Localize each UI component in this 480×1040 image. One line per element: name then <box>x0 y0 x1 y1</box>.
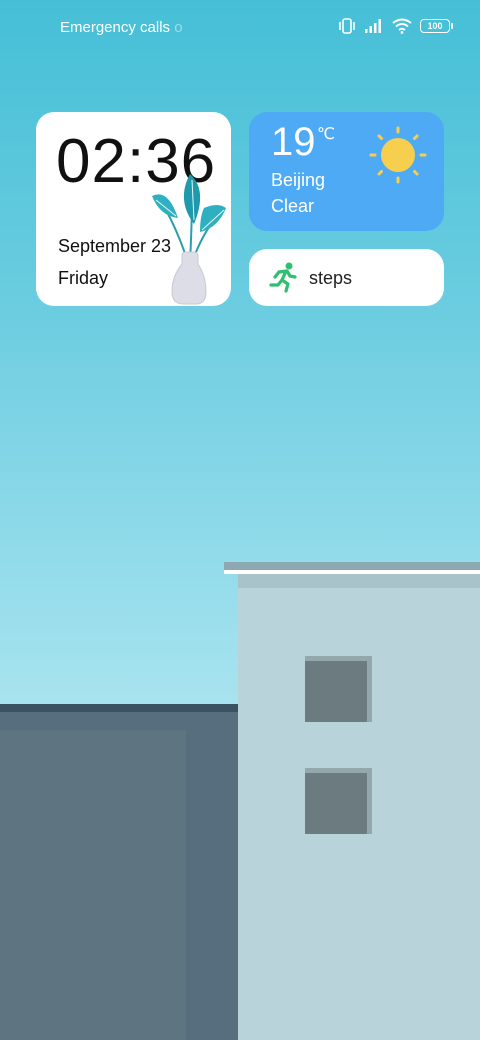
clock-widget[interactable]: 02:36 September 23 Friday <box>36 112 231 306</box>
emergency-tail: o <box>174 19 183 36</box>
battery-icon: 100 <box>420 19 453 33</box>
status-bar: Emergency calls o 100 <box>0 0 480 56</box>
steps-widget[interactable]: steps <box>249 249 444 306</box>
steps-label: steps <box>309 268 353 288</box>
right-building-roof-band <box>238 574 480 588</box>
status-icons: 100 <box>338 17 453 35</box>
emergency-label: Emergency calls <box>60 19 171 36</box>
plant-vase-icon <box>152 174 226 305</box>
right-building-roof-cap <box>224 562 480 570</box>
window-top <box>305 661 367 722</box>
clock-day: Friday <box>58 268 109 288</box>
emergency-calls-text: Emergency calls o <box>60 19 183 36</box>
weather-city: Beijing <box>271 170 326 190</box>
temperature-unit: ℃ <box>317 126 335 143</box>
signal-icon <box>365 19 381 33</box>
window-bottom <box>305 773 367 834</box>
sun-icon <box>369 126 427 184</box>
temperature: 19 <box>271 120 316 164</box>
runner-icon <box>269 262 297 293</box>
weather-widget[interactable]: 19 ℃ Beijing Clear <box>249 112 444 231</box>
left-building-front <box>0 730 186 1040</box>
left-building-roof <box>0 704 240 712</box>
weather-condition: Clear <box>271 196 315 216</box>
wifi-icon <box>392 18 412 34</box>
right-building-roof-line <box>224 570 480 574</box>
vibrate-icon <box>339 18 355 34</box>
battery-level: 100 <box>427 21 443 31</box>
